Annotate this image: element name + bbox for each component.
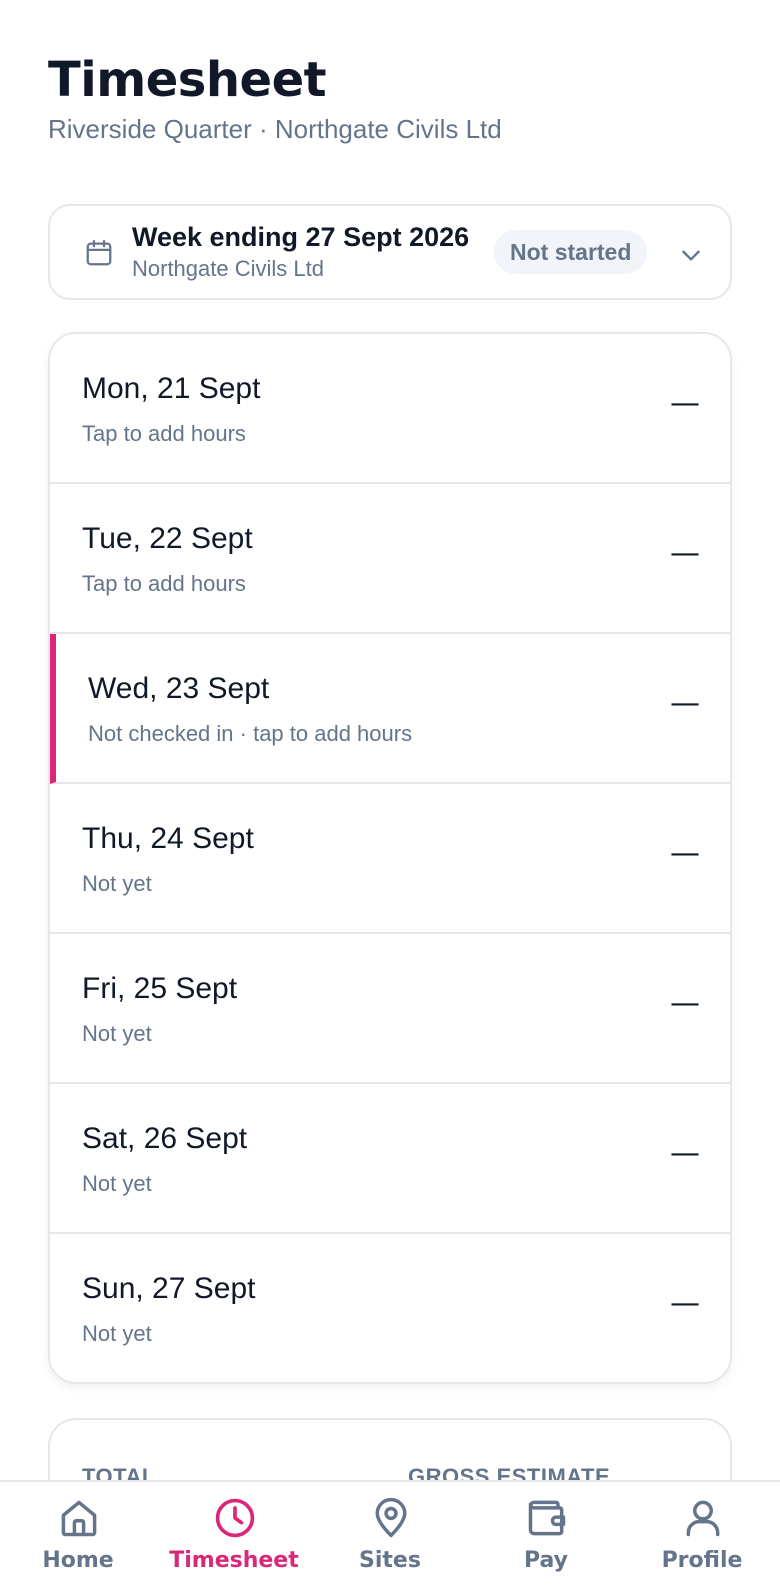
day-row-mon[interactable]: Mon, 21 Sept Tap to add hours —: [50, 334, 730, 484]
day-row-sun[interactable]: Sun, 27 Sept Not yet —: [50, 1234, 730, 1382]
home-icon: [61, 1500, 97, 1537]
day-row-sat[interactable]: Sat, 26 Sept Not yet —: [50, 1084, 730, 1234]
nav-label: Profile: [661, 1548, 743, 1573]
nav-profile[interactable]: Profile: [624, 1482, 780, 1594]
week-employer: Northgate Civils Ltd: [132, 256, 324, 281]
day-label: Thu, 24 Sept: [82, 822, 254, 855]
day-row-tue[interactable]: Tue, 22 Sept Tap to add hours —: [50, 484, 730, 634]
status-badge: Not started: [494, 230, 648, 274]
chevron-down-icon[interactable]: [678, 242, 704, 268]
day-row-fri[interactable]: Fri, 25 Sept Not yet —: [50, 934, 730, 1084]
day-label: Wed, 23 Sept: [88, 672, 270, 705]
map-pin-icon: [375, 1497, 407, 1538]
nav-pay[interactable]: Pay: [468, 1482, 624, 1594]
day-hint: Not yet: [82, 1171, 152, 1196]
week-selector[interactable]: Week ending 27 Sept 2026 Northgate Civil…: [48, 204, 732, 300]
day-hours: —: [670, 986, 700, 1021]
day-hours: —: [670, 386, 700, 421]
day-label: Fri, 25 Sept: [82, 972, 238, 1005]
nav-label: Sites: [359, 1548, 421, 1573]
day-hint: Tap to add hours: [82, 571, 246, 596]
day-label: Sun, 27 Sept: [82, 1272, 256, 1305]
day-hint: Not yet: [82, 871, 152, 896]
week-text: Week ending 27 Sept 2026 Northgate Civil…: [132, 220, 469, 284]
calendar-icon: [86, 240, 112, 266]
timesheet-screen: Timesheet Riverside Quarter · Northgate …: [0, 0, 780, 1594]
days-list: Mon, 21 Sept Tap to add hours — Tue, 22 …: [48, 332, 732, 1384]
page-subtitle: Riverside Quarter · Northgate Civils Ltd: [48, 114, 502, 144]
day-label: Mon, 21 Sept: [82, 372, 261, 405]
user-icon: [686, 1500, 720, 1537]
nav-home[interactable]: Home: [0, 1482, 156, 1594]
day-hours: —: [670, 1136, 700, 1171]
nav-sites[interactable]: Sites: [312, 1482, 468, 1594]
wallet-icon: [528, 1500, 566, 1536]
bottom-nav: Home Timesheet Sites Pay Profile: [0, 1480, 780, 1594]
nav-timesheet[interactable]: Timesheet: [156, 1482, 312, 1594]
nav-label: Timesheet: [169, 1548, 299, 1573]
day-hours: —: [670, 686, 700, 721]
clock-icon: [215, 1498, 255, 1538]
day-hint: Not yet: [82, 1321, 152, 1346]
day-hint: Not checked in · tap to add hours: [88, 721, 413, 746]
day-label: Tue, 22 Sept: [82, 522, 253, 555]
page-title: Timesheet: [48, 52, 327, 108]
day-hours: —: [670, 536, 700, 571]
day-hint: Tap to add hours: [82, 421, 246, 446]
day-label: Sat, 26 Sept: [82, 1122, 248, 1155]
day-hours: —: [670, 836, 700, 871]
week-title: Week ending 27 Sept 2026: [132, 222, 470, 252]
day-row-wed-today[interactable]: Wed, 23 Sept Not checked in · tap to add…: [50, 634, 730, 784]
page-header: Timesheet Riverside Quarter · Northgate …: [48, 50, 502, 146]
day-hint: Not yet: [82, 1021, 152, 1046]
day-hours: —: [670, 1286, 700, 1321]
nav-label: Home: [42, 1548, 114, 1573]
nav-label: Pay: [523, 1548, 569, 1573]
day-row-thu[interactable]: Thu, 24 Sept Not yet —: [50, 784, 730, 934]
